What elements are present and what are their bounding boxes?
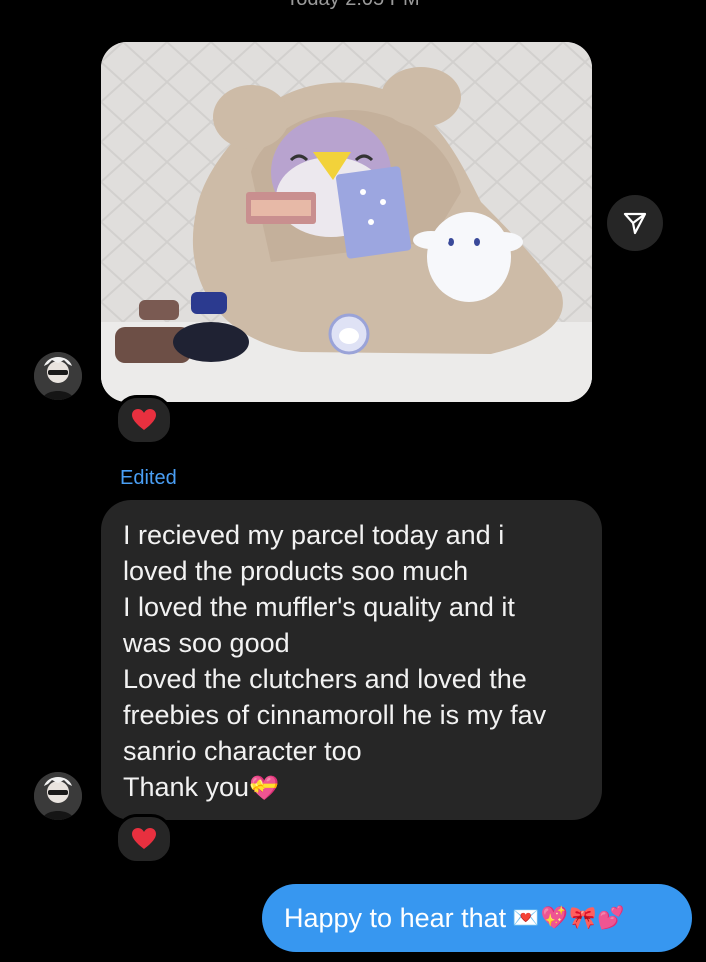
parcel-photo-image [101,42,592,402]
reply-emoji: 💌💖🎀💕 [512,905,626,930]
message-line: was soo good [123,628,290,658]
message-reaction-badge[interactable] [115,814,173,864]
avatar-image [34,772,82,820]
heart-icon [132,409,156,430]
outgoing-message-bubble[interactable]: Happy to hear that 💌💖🎀💕 [262,884,692,952]
message-line: I loved the muffler's quality and it [123,592,515,622]
message-line: Loved the clutchers and loved the [123,664,527,694]
message-line: loved the products soo much [123,556,469,586]
heart-gift-emoji: 💝 [249,775,279,802]
paper-plane-icon [623,212,647,235]
message-timestamp: Today 2:05 PM [0,0,706,11]
sender-avatar[interactable] [34,352,82,400]
share-button[interactable] [607,195,663,251]
message-line: I recieved my parcel today and i [123,520,505,550]
reply-text: Happy to hear that [284,902,507,933]
message-line-text: Thank you [123,772,250,802]
message-line: freebies of cinnamoroll he is my fav [123,700,547,730]
incoming-message-bubble[interactable]: I recieved my parcel today and i loved t… [101,500,602,820]
sender-avatar[interactable] [34,772,82,820]
message-line: sanrio character too [123,736,362,766]
photo-reaction-badge[interactable] [115,395,173,445]
heart-icon [132,828,156,849]
edited-label: Edited [120,467,177,489]
avatar-image [34,352,82,400]
shared-photo[interactable] [101,42,592,402]
message-line-last: Thank you💝 [123,769,584,807]
